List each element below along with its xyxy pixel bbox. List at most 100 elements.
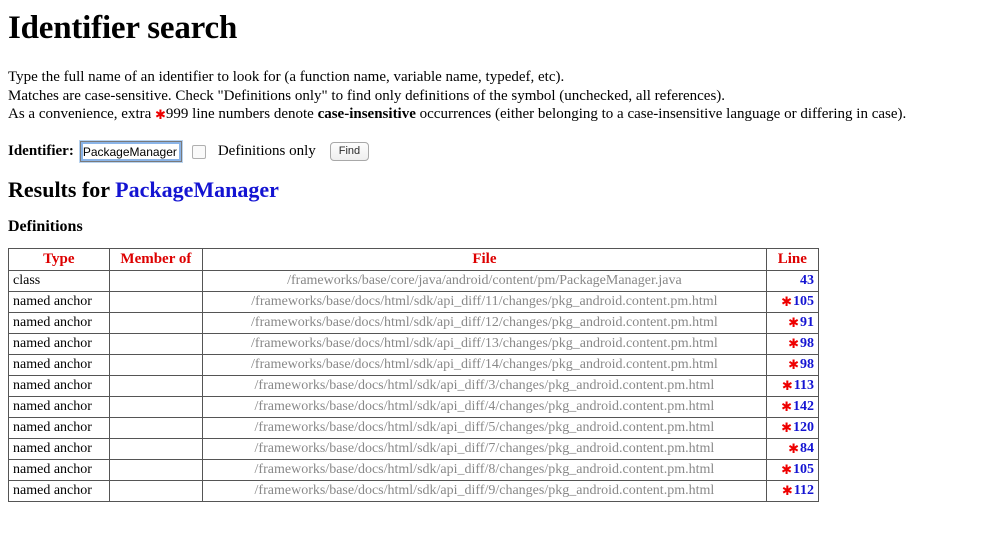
cell-member-of — [108, 269, 204, 292]
cell-type: named anchor — [8, 458, 110, 481]
cell-type: named anchor — [8, 479, 110, 502]
cell-line-number[interactable]: ✱98 — [765, 353, 820, 376]
table-row: named anchor/frameworks/base/docs/html/s… — [8, 290, 820, 313]
cell-type: named anchor — [8, 437, 110, 460]
line-number-value: 84 — [800, 440, 814, 456]
table-row: named anchor/frameworks/base/docs/html/s… — [8, 416, 820, 439]
intro-line-3-pre: As a convenience, extra — [8, 106, 156, 123]
results-table-body: class/frameworks/base/core/java/android/… — [8, 269, 820, 502]
table-row: class/frameworks/base/core/java/android/… — [8, 269, 820, 292]
results-heading-term: PackageManager — [115, 176, 279, 202]
line-number-value: 142 — [793, 398, 814, 414]
results-heading: Results for PackageManager — [8, 176, 979, 202]
cell-file-link[interactable]: /frameworks/base/docs/html/sdk/api_diff/… — [202, 332, 767, 355]
asterisk-icon: ✱ — [155, 108, 166, 124]
table-row: named anchor/frameworks/base/docs/html/s… — [8, 353, 820, 376]
intro-line-3-post: occurrences (either belonging to a case-… — [415, 106, 907, 123]
page-container: Identifier search Type the full name of … — [0, 0, 987, 502]
cell-line-number[interactable]: ✱84 — [765, 437, 820, 460]
line-number-value: 113 — [793, 377, 814, 393]
cell-file-link[interactable]: /frameworks/base/docs/html/sdk/api_diff/… — [202, 437, 767, 460]
line-number-value: 98 — [800, 356, 814, 372]
asterisk-icon: ✱ — [781, 462, 792, 478]
table-row: named anchor/frameworks/base/docs/html/s… — [8, 437, 820, 460]
cell-file-link[interactable]: /frameworks/base/docs/html/sdk/api_diff/… — [202, 416, 767, 439]
table-row: named anchor/frameworks/base/docs/html/s… — [8, 479, 820, 502]
cell-member-of — [108, 374, 204, 397]
line-number-value: 105 — [793, 293, 814, 309]
asterisk-icon: ✱ — [788, 441, 799, 457]
results-table-head: Type Member of File Line — [8, 247, 820, 271]
definitions-only-checkbox[interactable] — [191, 144, 206, 159]
identifier-input[interactable] — [79, 141, 182, 163]
cell-type: named anchor — [8, 416, 110, 439]
column-header-type[interactable]: Type — [8, 247, 110, 271]
asterisk-icon: ✱ — [781, 420, 792, 436]
line-number-value: 105 — [793, 461, 814, 477]
intro-line-1: Type the full name of an identifier to l… — [8, 69, 565, 86]
cell-line-number[interactable]: ✱91 — [765, 311, 820, 334]
cell-file-link[interactable]: /frameworks/base/docs/html/sdk/api_diff/… — [202, 458, 767, 481]
cell-member-of — [108, 353, 204, 376]
cell-file-link[interactable]: /frameworks/base/docs/html/sdk/api_diff/… — [202, 311, 767, 334]
cell-file-link[interactable]: /frameworks/base/docs/html/sdk/api_diff/… — [202, 374, 767, 397]
cell-member-of — [108, 479, 204, 502]
intro-line-2: Matches are case-sensitive. Check "Defin… — [8, 87, 726, 104]
cell-type: named anchor — [8, 374, 110, 397]
cell-member-of — [108, 458, 204, 481]
column-header-member-of[interactable]: Member of — [108, 247, 204, 271]
page-title: Identifier search — [8, 10, 238, 46]
asterisk-icon: ✱ — [788, 315, 799, 331]
cell-member-of — [108, 416, 204, 439]
asterisk-icon: ✱ — [781, 483, 793, 499]
line-number-value: 112 — [793, 482, 814, 498]
identifier-label: Identifier: — [8, 143, 74, 160]
intro-line-3: As a convenience, extra ✱999 line number… — [8, 105, 979, 126]
column-header-line[interactable]: Line — [765, 247, 820, 271]
cell-type: class — [8, 269, 110, 292]
cell-line-number[interactable]: ✱112 — [765, 479, 820, 502]
cell-file-link[interactable]: /frameworks/base/docs/html/sdk/api_diff/… — [202, 290, 767, 313]
intro-line-3-mid: 999 line numbers denote — [165, 106, 318, 123]
cell-type: named anchor — [8, 332, 110, 355]
cell-file-link[interactable]: /frameworks/base/docs/html/sdk/api_diff/… — [202, 395, 767, 418]
table-row: named anchor/frameworks/base/docs/html/s… — [8, 395, 820, 418]
cell-line-number[interactable]: ✱98 — [765, 332, 820, 355]
cell-file-link[interactable]: /frameworks/base/docs/html/sdk/api_diff/… — [202, 353, 767, 376]
cell-member-of — [108, 395, 204, 418]
table-row: named anchor/frameworks/base/docs/html/s… — [8, 311, 820, 334]
intro-line-3-emphasis: case-insensitive — [317, 106, 416, 123]
results-table: Type Member of File Line class/framework… — [8, 247, 820, 502]
asterisk-icon: ✱ — [781, 399, 792, 415]
asterisk-icon: ✱ — [788, 336, 799, 352]
cell-member-of — [108, 311, 204, 334]
line-number-value: 43 — [800, 272, 814, 288]
cell-line-number[interactable]: ✱105 — [765, 458, 820, 481]
line-number-value: 120 — [793, 419, 814, 435]
table-row: named anchor/frameworks/base/docs/html/s… — [8, 332, 820, 355]
cell-line-number[interactable]: 43 — [765, 269, 820, 292]
find-button[interactable]: Find — [329, 142, 370, 162]
cell-line-number[interactable]: ✱113 — [765, 374, 820, 397]
cell-file-link[interactable]: /frameworks/base/core/java/android/conte… — [202, 269, 767, 292]
cell-line-number[interactable]: ✱105 — [765, 290, 820, 313]
cell-member-of — [108, 332, 204, 355]
cell-member-of — [108, 437, 204, 460]
asterisk-icon: ✱ — [788, 357, 799, 373]
line-number-value: 91 — [800, 314, 814, 330]
results-heading-prefix: Results for — [8, 176, 116, 202]
asterisk-icon: ✱ — [781, 294, 792, 310]
search-form: Identifier: Definitions only Find — [8, 140, 979, 164]
table-row: named anchor/frameworks/base/docs/html/s… — [8, 374, 820, 397]
cell-type: named anchor — [8, 290, 110, 313]
cell-type: named anchor — [8, 353, 110, 376]
cell-line-number[interactable]: ✱142 — [765, 395, 820, 418]
cell-type: named anchor — [8, 395, 110, 418]
table-row: named anchor/frameworks/base/docs/html/s… — [8, 458, 820, 481]
cell-file-link[interactable]: /frameworks/base/docs/html/sdk/api_diff/… — [202, 479, 767, 502]
cell-member-of — [108, 290, 204, 313]
column-header-file[interactable]: File — [202, 247, 767, 271]
line-number-value: 98 — [800, 335, 814, 351]
cell-line-number[interactable]: ✱120 — [765, 416, 820, 439]
intro-text: Type the full name of an identifier to l… — [8, 68, 979, 126]
